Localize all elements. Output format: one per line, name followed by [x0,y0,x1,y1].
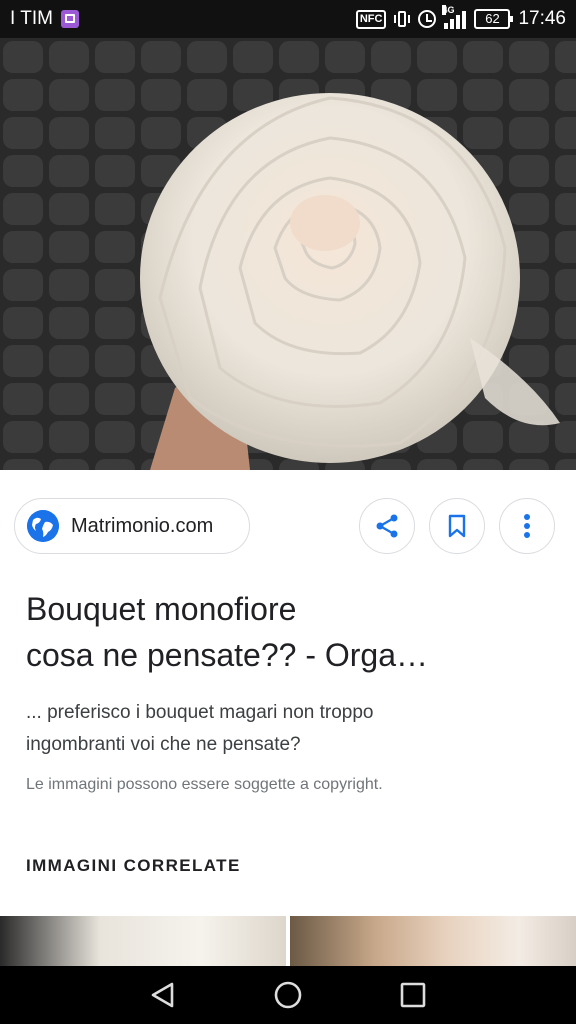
white-rose-bouquet-image [0,38,576,470]
globe-icon [27,510,59,542]
recents-square-icon [401,982,426,1008]
more-options-button[interactable] [499,498,555,554]
home-button[interactable] [268,975,308,1015]
alarm-icon [418,10,437,28]
home-circle-icon [274,981,302,1009]
related-image-thumbnail[interactable] [290,916,576,966]
gallery-notification-icon [60,10,79,28]
bookmark-icon [448,514,466,538]
more-vertical-icon [524,514,530,538]
nfc-icon: NFC [355,9,387,29]
related-image-thumbnail[interactable] [0,916,286,966]
battery-icon: 62 [474,9,514,29]
network-type-label: 4G [442,5,455,15]
result-title-line[interactable]: Bouquet monofiore [26,586,556,632]
signal-icon: 4G [442,5,467,29]
clock: 17:46 [518,8,566,29]
save-button[interactable] [429,498,485,554]
vibrate-icon [394,10,411,28]
share-icon [376,514,398,538]
result-image[interactable] [0,38,576,470]
back-triangle-icon [151,982,173,1008]
back-button[interactable] [143,975,183,1015]
description-line: ... preferisco i bouquet magari non trop… [26,702,374,723]
related-images-heading: IMMAGINI CORRELATE [26,856,241,875]
navigation-bar [0,966,576,1024]
result-description: ... preferisco i bouquet magari non trop… [26,697,556,761]
result-title-line[interactable]: cosa ne pensate?? - Orga… [26,632,556,678]
result-title[interactable]: Bouquet monofiore cosa ne pensate?? - Or… [26,586,556,678]
status-bar: I TIM NFC 4G 62 17:46 [0,0,576,38]
copyright-notice: Le immagini possono essere soggette a co… [26,776,383,793]
source-label: Matrimonio.com [71,514,214,537]
carrier-label: I TIM [10,8,53,29]
recents-button[interactable] [393,975,433,1015]
description-line: ingombranti voi che ne pensate? [26,734,301,755]
source-chip[interactable]: Matrimonio.com [14,498,250,554]
share-button[interactable] [359,498,415,554]
